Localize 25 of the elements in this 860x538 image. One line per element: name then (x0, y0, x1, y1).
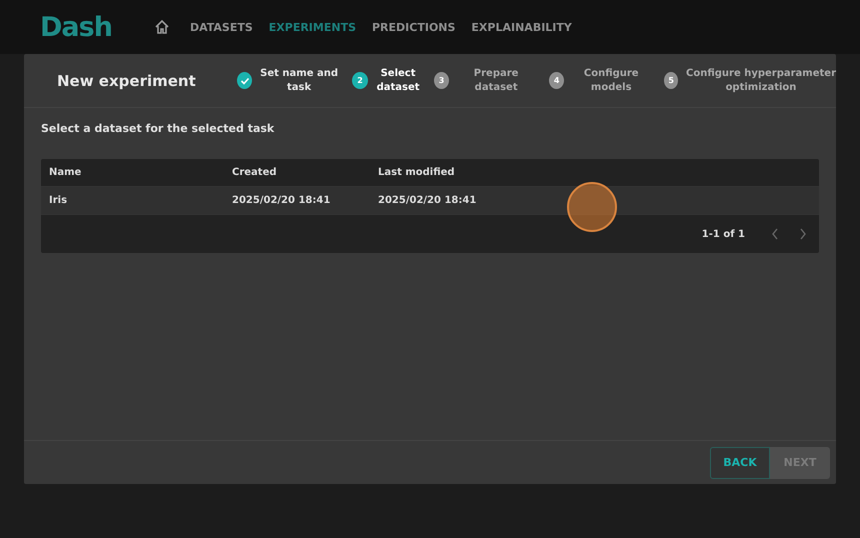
step-label: Prepare dataset (472, 66, 520, 94)
table-cell: 2025/02/20 18:41 (378, 195, 476, 206)
step-number: 2 (352, 72, 368, 89)
column-header: Last modified (378, 167, 455, 178)
step-label: Select dataset (376, 66, 420, 94)
step-label: Set name and task (260, 66, 338, 94)
table-cell-text: 2025/02/20 18:41 (232, 195, 332, 206)
step-number: 4 (549, 72, 564, 89)
column-header: Name (49, 167, 82, 178)
step-label: Configure hyperparameter optimization (686, 66, 836, 94)
column-header: Created (232, 167, 278, 178)
nav-link[interactable]: EXPERIMENTS (268, 20, 356, 34)
nav-link[interactable]: EXPLAINABILITY (471, 20, 572, 34)
nav-link[interactable]: PREDICTIONS (372, 20, 456, 34)
back-button[interactable]: BACK (710, 446, 770, 478)
step-number: 5 (664, 72, 678, 89)
table-row[interactable]: Iris 2025/02/20 18:41 2025/02/20 18:41 (41, 187, 819, 215)
step-label: Configure models (582, 66, 640, 94)
table-cell-text: Iris (49, 195, 68, 206)
pagination-text: 1-1 of 1 (702, 228, 745, 240)
step-number: 3 (434, 72, 450, 89)
nav-link[interactable]: DATASETS (190, 20, 253, 34)
dialog-title: New experiment (57, 72, 197, 90)
logo: Dash (40, 12, 112, 42)
instruction-text: Select a dataset for the selected task (41, 122, 276, 135)
